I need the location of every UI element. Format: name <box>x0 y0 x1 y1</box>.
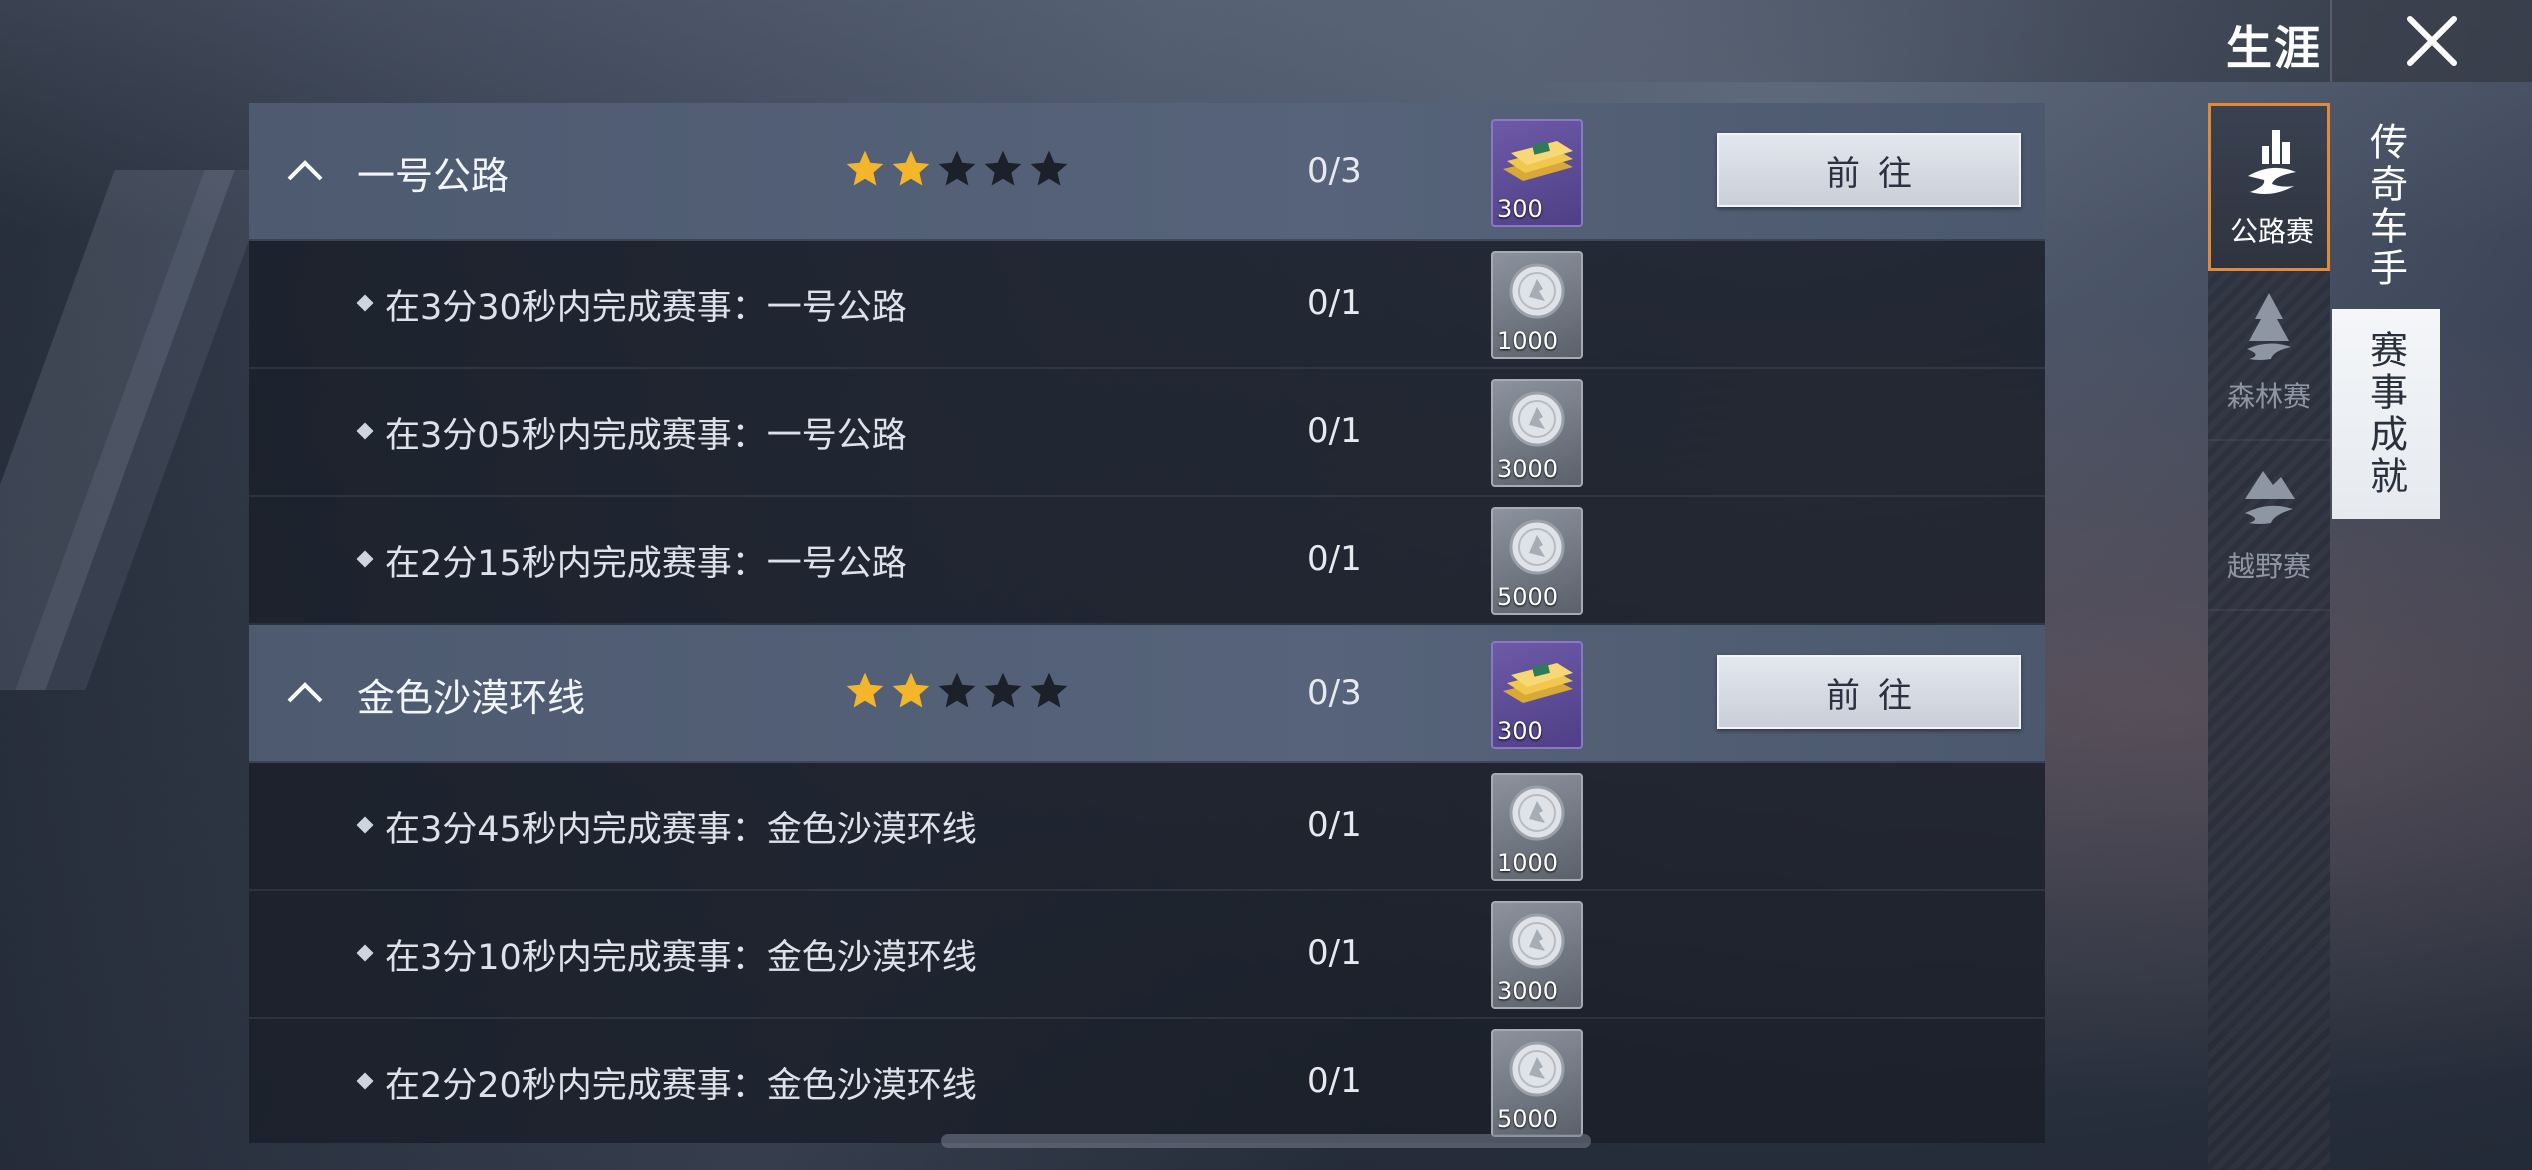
tab-road-race[interactable]: 公路赛 <box>2208 103 2330 271</box>
horizontal-scrollbar[interactable] <box>941 1134 1591 1148</box>
group-header: 金色沙漠环线 0/3 300 前往 <box>249 625 2045 763</box>
top-bar: 生涯 <box>0 0 2532 82</box>
reward-amount: 3000 <box>1497 455 1559 483</box>
silver-coin-icon <box>1509 263 1565 319</box>
close-icon <box>2407 16 2457 66</box>
reward-amount: 5000 <box>1497 583 1559 611</box>
task-text: 在2分20秒内完成赛事：金色沙漠环线 <box>385 1066 977 1106</box>
page-title: 生涯 <box>2226 21 2322 75</box>
silver-coin-reward: 3000 <box>1491 379 1583 487</box>
task-progress: 0/1 <box>1307 1061 1362 1101</box>
star-empty-icon <box>938 672 976 708</box>
silver-coin-icon <box>1509 1041 1565 1097</box>
task-progress: 0/1 <box>1307 933 1362 973</box>
bullet-icon <box>356 816 374 834</box>
tab-forest-race[interactable]: 森林赛 <box>2208 271 2330 441</box>
reward-amount: 5000 <box>1497 1105 1559 1133</box>
tab-label: 赛事成就 <box>2363 330 2408 498</box>
category-tabs: 传奇车手 赛事成就 <box>2332 103 2440 519</box>
go-button[interactable]: 前往 <box>1717 655 2021 729</box>
bullet-icon <box>356 422 374 440</box>
group-progress: 0/3 <box>1307 673 1362 713</box>
star-empty-icon <box>938 150 976 186</box>
gold-reward: 300 <box>1491 641 1583 749</box>
star-filled-icon <box>846 672 884 708</box>
bullet-icon <box>356 550 374 568</box>
gold-bars-icon <box>1503 663 1573 703</box>
silver-coin-icon <box>1509 391 1565 447</box>
race-type-tabs: 公路赛 森林赛 越野赛 <box>2208 103 2330 1170</box>
task-text: 在3分05秒内完成赛事：一号公路 <box>385 416 907 456</box>
close-button[interactable] <box>2330 0 2532 82</box>
chevron-up-icon[interactable] <box>283 671 327 715</box>
task-progress: 0/1 <box>1307 539 1362 579</box>
gold-reward: 300 <box>1491 119 1583 227</box>
gold-bars-icon <box>1503 141 1573 181</box>
group-header: 一号公路 0/3 300 前往 <box>249 103 2045 241</box>
reward-amount: 300 <box>1497 195 1543 223</box>
tab-offroad-race[interactable]: 越野赛 <box>2208 441 2330 611</box>
road-race-icon <box>2248 130 2296 194</box>
task-row: 在3分45秒内完成赛事：金色沙漠环线 0/1 1000 <box>249 763 2045 891</box>
star-empty-icon <box>984 150 1022 186</box>
group-progress: 0/3 <box>1307 151 1362 191</box>
silver-coin-reward: 5000 <box>1491 507 1583 615</box>
tab-label: 传奇车手 <box>2363 122 2408 290</box>
task-text: 在3分10秒内完成赛事：金色沙漠环线 <box>385 938 977 978</box>
group-name: 一号公路 <box>357 154 510 198</box>
silver-coin-reward: 1000 <box>1491 773 1583 881</box>
bullet-icon <box>356 1072 374 1090</box>
silver-coin-icon <box>1509 519 1565 575</box>
silver-coin-reward: 5000 <box>1491 1029 1583 1137</box>
tab-legend-driver[interactable]: 传奇车手 <box>2332 103 2440 309</box>
bullet-icon <box>356 294 374 312</box>
task-text: 在2分15秒内完成赛事：一号公路 <box>385 544 907 584</box>
achievement-list: 一号公路 0/3 300 前往 在3分30秒内完成赛事：一号公路 0/1 100… <box>249 103 2045 1143</box>
task-progress: 0/1 <box>1307 805 1362 845</box>
group-name: 金色沙漠环线 <box>357 676 586 720</box>
star-filled-icon <box>892 672 930 708</box>
reward-amount: 3000 <box>1497 977 1559 1005</box>
reward-amount: 300 <box>1497 717 1543 745</box>
star-empty-icon <box>984 672 1022 708</box>
star-rating <box>843 147 1071 191</box>
task-text: 在3分45秒内完成赛事：金色沙漠环线 <box>385 810 977 850</box>
chevron-up-icon[interactable] <box>283 149 327 193</box>
task-row: 在3分10秒内完成赛事：金色沙漠环线 0/1 3000 <box>249 891 2045 1019</box>
silver-coin-icon <box>1509 913 1565 969</box>
star-filled-icon <box>892 150 930 186</box>
task-text: 在3分30秒内完成赛事：一号公路 <box>385 288 907 328</box>
tab-label: 公路赛 <box>2229 215 2314 248</box>
reward-amount: 1000 <box>1497 327 1559 355</box>
silver-coin-reward: 3000 <box>1491 901 1583 1009</box>
task-row: 在3分05秒内完成赛事：一号公路 0/1 3000 <box>249 369 2045 497</box>
bullet-icon <box>356 944 374 962</box>
task-row: 在2分15秒内完成赛事：一号公路 0/1 5000 <box>249 497 2045 625</box>
task-progress: 0/1 <box>1307 411 1362 451</box>
star-filled-icon <box>846 150 884 186</box>
silver-coin-icon <box>1509 785 1565 841</box>
task-progress: 0/1 <box>1307 283 1362 323</box>
star-empty-icon <box>1030 150 1068 186</box>
task-row: 在2分20秒内完成赛事：金色沙漠环线 0/1 5000 <box>249 1019 2045 1143</box>
reward-amount: 1000 <box>1497 849 1559 877</box>
offroad-race-icon <box>2245 471 2295 524</box>
silver-coin-reward: 1000 <box>1491 251 1583 359</box>
forest-race-icon <box>2247 293 2291 360</box>
tab-label: 森林赛 <box>2226 380 2311 413</box>
task-row: 在3分30秒内完成赛事：一号公路 0/1 1000 <box>249 241 2045 369</box>
tab-label: 越野赛 <box>2226 550 2311 583</box>
tab-race-achievements[interactable]: 赛事成就 <box>2332 309 2440 519</box>
go-button[interactable]: 前往 <box>1717 133 2021 207</box>
star-empty-icon <box>1030 672 1068 708</box>
star-rating <box>843 669 1071 713</box>
